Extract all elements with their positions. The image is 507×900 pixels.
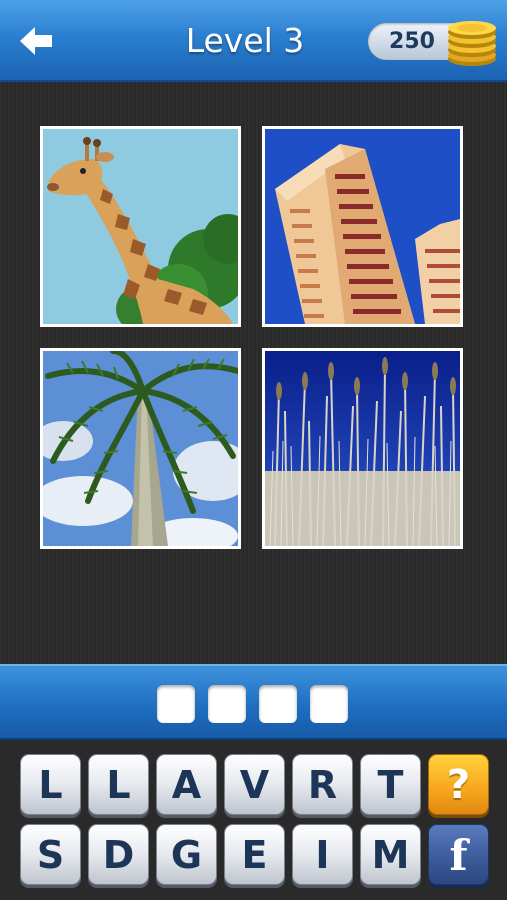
coin-count: 250 <box>389 29 435 54</box>
answer-bar <box>0 664 507 740</box>
letter-key[interactable]: E <box>224 824 285 885</box>
letter-key[interactable]: V <box>224 754 285 815</box>
letter-key[interactable]: D <box>88 824 149 885</box>
back-button[interactable] <box>14 20 58 62</box>
gold-coins-icon <box>444 15 500 67</box>
answer-slot-1[interactable] <box>157 685 195 723</box>
letter-key[interactable]: S <box>20 824 81 885</box>
picture-palm-tree[interactable] <box>40 348 241 549</box>
top-bar: Level 3 250 <box>0 0 507 82</box>
letter-key[interactable]: T <box>360 754 421 815</box>
letter-key[interactable]: M <box>360 824 421 885</box>
back-arrow-icon <box>20 27 52 55</box>
answer-slot-4[interactable] <box>310 685 348 723</box>
letter-key[interactable]: A <box>156 754 217 815</box>
picture-building[interactable] <box>262 126 463 327</box>
facebook-share-button[interactable]: f <box>428 824 489 885</box>
letter-keyboard: L L A V R T ? S D G E I M f <box>0 740 507 900</box>
hint-button[interactable]: ? <box>428 754 489 815</box>
building-image <box>265 129 460 324</box>
letter-key[interactable]: R <box>292 754 353 815</box>
letter-key[interactable]: G <box>156 824 217 885</box>
letter-key[interactable]: I <box>292 824 353 885</box>
picture-board <box>0 82 507 664</box>
picture-reeds[interactable] <box>262 348 463 549</box>
letter-key[interactable]: L <box>20 754 81 815</box>
giraffe-image <box>43 129 238 324</box>
picture-giraffe[interactable] <box>40 126 241 327</box>
level-title: Level 3 <box>185 21 305 60</box>
reeds-image <box>265 351 460 546</box>
palm-tree-image <box>43 351 238 546</box>
answer-slot-3[interactable] <box>259 685 297 723</box>
answer-slot-2[interactable] <box>208 685 246 723</box>
letter-key[interactable]: L <box>88 754 149 815</box>
